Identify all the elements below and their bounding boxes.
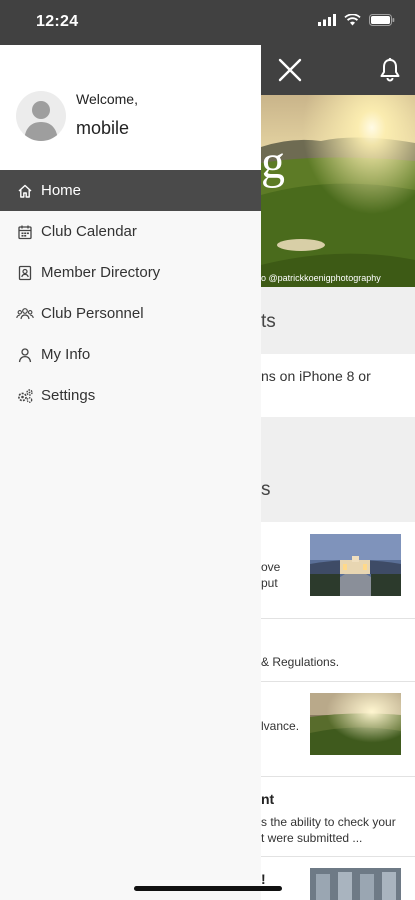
news-item-5-title: !	[261, 871, 266, 887]
status-bar: 12:24	[0, 0, 415, 45]
news-item-3-thumbnail[interactable]	[310, 693, 401, 755]
calendar-icon	[16, 223, 34, 241]
status-time: 12:24	[36, 13, 79, 30]
menu-item-member-directory[interactable]: Member Directory	[0, 252, 261, 293]
drawer-menu: Home Club Calendar Member Directory Club…	[0, 170, 261, 416]
user-avatar-icon	[24, 101, 58, 141]
username: mobile	[76, 118, 130, 138]
divider	[261, 856, 415, 857]
menu-item-label: My Info	[41, 346, 91, 363]
contact-card-icon	[16, 264, 34, 282]
news-item-5-thumbnail[interactable]	[310, 868, 401, 900]
status-icons	[318, 14, 395, 26]
divider	[261, 681, 415, 682]
battery-icon	[369, 14, 395, 26]
announcements-header	[261, 287, 415, 354]
announcement-text: ns on iPhone 8 or	[261, 368, 371, 384]
menu-item-label: Club Calendar	[41, 223, 137, 240]
news-header	[261, 417, 415, 522]
section-title-1: ts	[261, 311, 276, 332]
signal-icon	[318, 14, 336, 26]
divider	[261, 776, 415, 777]
news-item-2-text: & Regulations.	[261, 655, 340, 669]
avatar[interactable]	[16, 91, 66, 141]
home-icon	[16, 182, 34, 200]
gears-icon	[16, 387, 34, 405]
welcome-label: Welcome,	[76, 91, 138, 107]
divider	[261, 618, 415, 619]
close-icon[interactable]	[276, 56, 304, 84]
menu-item-label: Home	[41, 182, 82, 199]
news-item-4-line-1: s the ability to check your	[261, 815, 396, 829]
menu-item-settings[interactable]: Settings	[0, 375, 261, 416]
news-item-4-line-2: t were submitted ...	[261, 831, 363, 845]
menu-item-club-calendar[interactable]: Club Calendar	[0, 211, 261, 252]
hero-photo-credit: o @patrickkoenigphotography	[261, 273, 381, 283]
menu-item-label: Settings	[41, 387, 96, 404]
navigation-drawer: Welcome, mobile Home Club Calendar Membe…	[0, 45, 261, 900]
wifi-icon	[344, 14, 361, 26]
news-item-1-thumbnail[interactable]	[310, 534, 401, 596]
menu-item-my-info[interactable]: My Info	[0, 334, 261, 375]
bell-icon[interactable]	[378, 57, 402, 83]
profile-header: Welcome, mobile	[0, 45, 261, 170]
hero-image: g o @patrickkoenigphotography	[261, 95, 415, 287]
section-title-2: s	[261, 479, 271, 500]
news-item-4-title: nt	[261, 791, 275, 807]
menu-item-club-personnel[interactable]: Club Personnel	[0, 293, 261, 334]
people-icon	[16, 305, 34, 323]
golf-course-sunset-image	[261, 95, 415, 287]
hero-title-fragment: g	[261, 136, 285, 189]
menu-item-home[interactable]: Home	[0, 170, 261, 211]
menu-item-label: Member Directory	[41, 264, 161, 281]
menu-item-label: Club Personnel	[41, 305, 144, 322]
home-indicator	[134, 886, 282, 891]
news-item-3-text: lvance.	[261, 719, 300, 733]
news-item-1-line-2: put	[261, 576, 278, 590]
user-icon	[16, 346, 34, 364]
news-item-1-line-1: ove	[261, 560, 281, 574]
